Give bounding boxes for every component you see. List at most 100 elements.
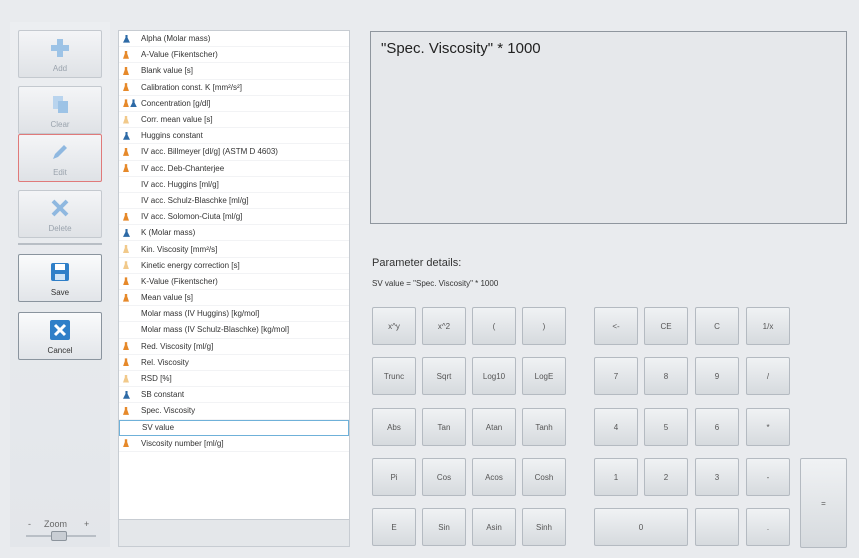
parameter-list-item[interactable]: IV acc. Deb-Chanterjee xyxy=(119,161,349,177)
number-key[interactable]: CE xyxy=(644,307,688,345)
function-key[interactable]: ( xyxy=(472,307,516,345)
number-key[interactable]: C xyxy=(695,307,739,345)
delete-button[interactable]: Delete xyxy=(18,190,102,238)
save-button[interactable]: Save xyxy=(18,254,102,302)
function-key[interactable]: Tanh xyxy=(522,408,566,446)
parameter-label: Red. Viscosity [ml/g] xyxy=(141,341,214,351)
person-icon xyxy=(123,228,130,237)
parameter-list-item[interactable]: K-Value (Fikentscher) xyxy=(119,274,349,290)
function-key[interactable]: Log10 xyxy=(472,357,516,395)
toolbar-divider xyxy=(18,243,102,245)
number-key[interactable]: / xyxy=(746,357,790,395)
parameter-list-item[interactable]: Alpha (Molar mass) xyxy=(119,31,349,48)
number-key[interactable]: 8 xyxy=(644,357,688,395)
function-key[interactable]: Trunc xyxy=(372,357,416,395)
formula-text: "Spec. Viscosity" * 1000 xyxy=(381,40,541,57)
parameter-list-item[interactable]: Kin. Viscosity [mm²/s] xyxy=(119,241,349,258)
function-key[interactable]: Pi xyxy=(372,458,416,496)
parameter-list-item[interactable]: K (Molar mass) xyxy=(119,225,349,242)
parameter-list-item[interactable]: Mean value [s] xyxy=(119,290,349,307)
function-key[interactable]: Cosh xyxy=(522,458,566,496)
number-key[interactable]: <- xyxy=(594,307,638,345)
parameter-details-title: Parameter details: xyxy=(372,257,462,269)
flask-icon xyxy=(123,245,129,254)
function-key[interactable]: Sqrt xyxy=(422,357,466,395)
add-button[interactable]: Add xyxy=(18,30,102,78)
number-key-zero[interactable]: 0 xyxy=(594,508,688,546)
parameter-list-item[interactable]: RSD [%] xyxy=(119,371,349,388)
parameter-list-item[interactable]: SV value xyxy=(119,419,349,436)
edit-button[interactable]: Edit xyxy=(18,134,102,182)
function-key[interactable]: Sinh xyxy=(522,508,566,546)
function-key[interactable]: Tan xyxy=(422,408,466,446)
parameter-list-item[interactable]: IV acc. Solomon-Ciuta [ml/g] xyxy=(119,209,349,226)
number-key[interactable]: 6 xyxy=(695,408,739,446)
parameter-label: IV acc. Solomon-Ciuta [ml/g] xyxy=(141,212,243,222)
parameter-list-item[interactable]: SB constant xyxy=(119,387,349,404)
blank-key[interactable] xyxy=(695,508,739,546)
function-key[interactable]: Cos xyxy=(422,458,466,496)
number-key[interactable]: - xyxy=(746,458,790,496)
parameter-label: Kinetic energy correction [s] xyxy=(141,260,240,270)
parameter-list-item[interactable]: Blank value [s] xyxy=(119,63,349,80)
parameter-icon-cell xyxy=(119,406,141,415)
parameter-list-item[interactable]: Molar mass (IV Huggins) [kg/mol] xyxy=(119,306,349,323)
number-key[interactable]: 5 xyxy=(644,408,688,446)
parameter-list-item[interactable]: Calibration const. K [mm²/s²] xyxy=(119,80,349,96)
function-key[interactable]: Sin xyxy=(422,508,466,546)
zoom-plus[interactable]: + xyxy=(84,519,89,529)
parameter-list-item[interactable]: Corr. mean value [s] xyxy=(119,112,349,129)
function-key[interactable]: Acos xyxy=(472,458,516,496)
parameter-list-item[interactable]: Red. Viscosity [ml/g] xyxy=(119,339,349,355)
flask-icon xyxy=(123,406,129,415)
zoom-minus[interactable]: - xyxy=(28,519,31,529)
plus-icon xyxy=(51,39,69,57)
parameter-label: Huggins constant xyxy=(141,131,203,141)
parameter-list-item[interactable]: Molar mass (IV Schulz-Blaschke) [kg/mol] xyxy=(119,322,349,339)
parameter-list-item[interactable]: Viscosity number [ml/g] xyxy=(119,436,349,452)
parameter-list-item[interactable]: Huggins constant xyxy=(119,128,349,145)
parameter-icon-cell xyxy=(119,374,141,383)
number-key[interactable]: * xyxy=(746,408,790,446)
parameter-label: Alpha (Molar mass) xyxy=(141,34,211,44)
parameter-label: A-Value (Fikentscher) xyxy=(141,50,218,60)
number-key[interactable]: 1 xyxy=(594,458,638,496)
function-key[interactable]: Abs xyxy=(372,408,416,446)
function-key[interactable]: x^y xyxy=(372,307,416,345)
parameter-list-item[interactable]: IV acc. Schulz-Blaschke [ml/g] xyxy=(119,193,349,210)
formula-editor[interactable]: "Spec. Viscosity" * 1000 xyxy=(370,31,847,224)
cancel-button[interactable]: Cancel xyxy=(18,312,102,360)
parameter-label: IV acc. Billmeyer [dl/g] (ASTM D 4603) xyxy=(141,147,278,157)
parameter-icon-cell xyxy=(119,342,141,351)
flask-icon xyxy=(123,66,129,75)
number-key[interactable]: 4 xyxy=(594,408,638,446)
function-key[interactable]: Asin xyxy=(472,508,516,546)
function-key[interactable]: E xyxy=(372,508,416,546)
number-key[interactable]: 1/x xyxy=(746,307,790,345)
flask-icon xyxy=(123,147,129,156)
number-key[interactable]: 2 xyxy=(644,458,688,496)
function-key[interactable]: ) xyxy=(522,307,566,345)
decimal-key[interactable]: . xyxy=(746,508,790,546)
flask-icon xyxy=(123,277,129,286)
parameter-list-item[interactable]: Spec. Viscosity xyxy=(119,403,349,420)
function-key[interactable]: LogE xyxy=(522,357,566,395)
parameter-list-item[interactable]: Rel. Viscosity xyxy=(119,355,349,371)
number-key[interactable]: 7 xyxy=(594,357,638,395)
function-key[interactable]: x^2 xyxy=(422,307,466,345)
clear-button[interactable]: Clear xyxy=(18,86,102,134)
parameter-list-item[interactable]: A-Value (Fikentscher) xyxy=(119,47,349,64)
parameter-list-item[interactable]: IV acc. Billmeyer [dl/g] (ASTM D 4603) xyxy=(119,144,349,161)
number-key[interactable]: 3 xyxy=(695,458,739,496)
parameter-list-item[interactable]: IV acc. Huggins [ml/g] xyxy=(119,177,349,193)
equals-key[interactable]: = xyxy=(800,458,847,548)
zoom-slider-thumb[interactable] xyxy=(51,531,67,541)
parameter-label: Mean value [s] xyxy=(141,293,194,303)
number-key[interactable]: 9 xyxy=(695,357,739,395)
parameter-list-item[interactable]: Kinetic energy correction [s] xyxy=(119,258,349,274)
parameter-list[interactable]: Alpha (Molar mass) A-Value (Fikentscher) B… xyxy=(118,30,350,520)
parameter-icon-cell xyxy=(119,164,141,173)
function-key[interactable]: Atan xyxy=(472,408,516,446)
parameter-icon-cell xyxy=(119,277,141,286)
parameter-list-item[interactable]: Concentration [g/dl] xyxy=(119,96,349,112)
